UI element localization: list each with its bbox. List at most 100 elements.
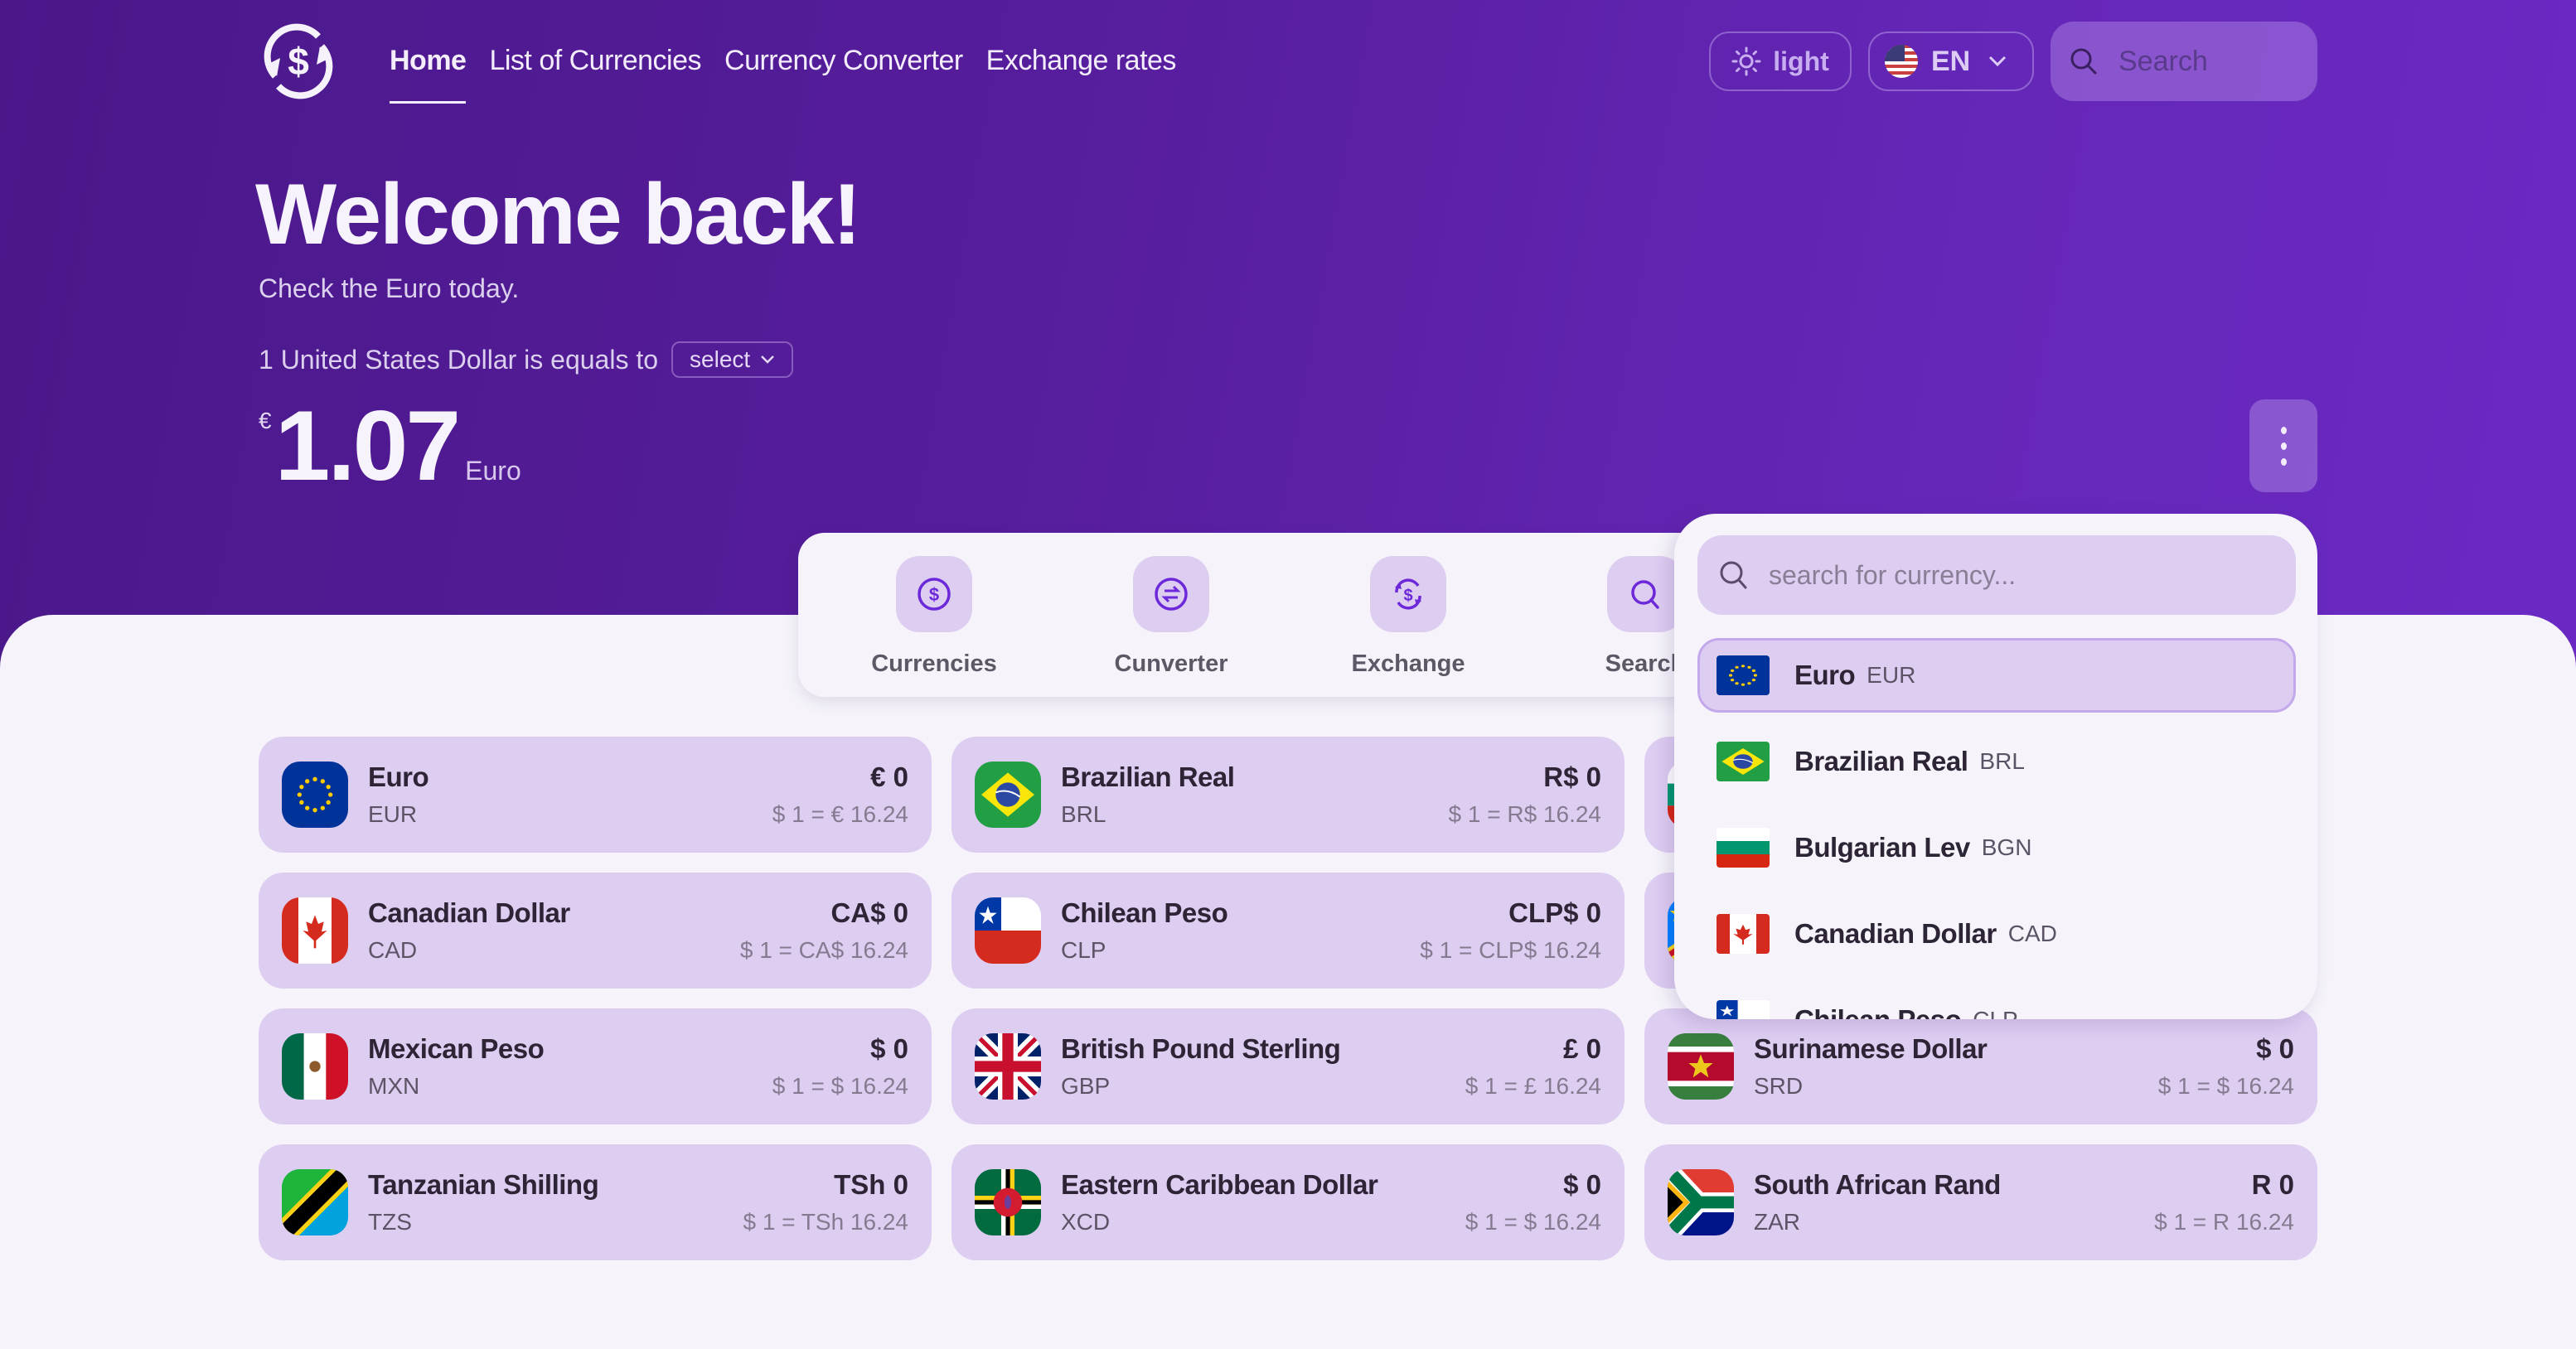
flag-bg-icon (1717, 828, 1770, 868)
header-search[interactable] (2051, 22, 2317, 101)
flag-br-icon (975, 762, 1041, 828)
dropdown-item-name: Bulgarian Lev (1794, 832, 1970, 863)
svg-text:$: $ (288, 40, 309, 83)
currency-card[interactable]: Chilean Peso CLP CLP$ 0 $ 1 = CLP$ 16.24 (951, 873, 1625, 989)
currency-code: MXN (368, 1073, 420, 1099)
quick-action-label: Cunverter (1114, 650, 1228, 677)
flag-mx-icon (282, 1033, 348, 1100)
currency-conversion: $ 1 = € 16.24 (772, 801, 908, 827)
flag-eu-icon (1717, 655, 1770, 695)
currency-card[interactable]: Tanzanian Shilling TZS TSh 0 $ 1 = TSh 16.2… (259, 1144, 932, 1260)
chevron-down-icon (760, 355, 775, 365)
currency-card[interactable]: South African Rand ZAR R 0 $ 1 = R 16.24 (1644, 1144, 2317, 1260)
currency-info: South African Rand ZAR (1754, 1169, 2001, 1235)
nav-link-list-of-currencies[interactable]: List of Currencies (489, 45, 701, 84)
currency-amount: R 0 (2251, 1169, 2294, 1200)
currency-info: Brazilian Real BRL (1061, 762, 1235, 828)
currency-conversion: $ 1 = CLP$ 16.24 (1420, 937, 1601, 963)
currency-amounts: CA$ 0 $ 1 = CA$ 16.24 (740, 897, 908, 964)
dot (2280, 442, 2287, 450)
dropdown-item[interactable]: Brazilian Real BRL (1697, 724, 2296, 799)
flag-eu-icon (282, 762, 348, 828)
logo-icon[interactable]: $ (259, 22, 338, 101)
currency-amount: € 0 (870, 762, 908, 792)
dropdown-item[interactable]: Euro EUR (1697, 638, 2296, 713)
dropdown-item-code: CAD (2007, 921, 2057, 946)
currency-conversion: $ 1 = TSh 16.24 (743, 1209, 908, 1235)
dropdown-item[interactable]: Chilean Peso CLP (1697, 983, 2296, 1019)
currency-amounts: € 0 $ 1 = € 16.24 (772, 762, 908, 828)
currency-name: Euro (368, 762, 429, 792)
flag-dm-icon (975, 1169, 1041, 1235)
flag-tz-icon (282, 1169, 348, 1235)
dropdown-item[interactable]: Bulgarian Lev BGN (1697, 810, 2296, 885)
currency-amount: $ 0 (1563, 1169, 1601, 1200)
currency-amounts: $ 0 $ 1 = $ 16.24 (772, 1033, 908, 1100)
currency-amount: R$ 0 (1543, 762, 1601, 792)
currency-code: TZS (368, 1209, 412, 1235)
quick-action-converter[interactable]: Cunverter (1098, 556, 1244, 697)
theme-toggle-button[interactable]: light (1709, 31, 1852, 91)
flag-ca-icon (282, 897, 348, 964)
currency-info: Canadian Dollar CAD (368, 897, 570, 964)
currency-amounts: CLP$ 0 $ 1 = CLP$ 16.24 (1420, 897, 1601, 964)
header-search-input[interactable] (2118, 45, 2301, 78)
currency-name: Mexican Peso (368, 1033, 545, 1064)
currency-select[interactable]: select (671, 341, 794, 378)
currency-dropdown: Euro EUR Brazilian Real BRL Bulgarian Lev BGN… (1674, 514, 2317, 1019)
hero-subtitle: Check the Euro today. (259, 273, 520, 303)
equals-row: 1 United States Dollar is equals to sele… (259, 341, 794, 378)
currency-info: Tanzanian Shilling TZS (368, 1169, 599, 1235)
currency-conversion: $ 1 = R 16.24 (2154, 1209, 2294, 1235)
language-selector[interactable]: EN (1868, 31, 2034, 91)
currency-amounts: £ 0 $ 1 = £ 16.24 (1465, 1033, 1601, 1100)
svg-text:$: $ (929, 584, 939, 605)
currency-card[interactable]: Eastern Caribbean Dollar XCD $ 0 $ 1 = $ 16… (951, 1144, 1625, 1260)
flag-za-icon (1668, 1169, 1734, 1235)
page-title: Welcome back! (255, 167, 861, 263)
quick-action-currencies[interactable]: $ Currencies (861, 556, 1007, 697)
search-icon (1607, 556, 1683, 632)
dropdown-item-name: Euro (1794, 660, 1856, 690)
us-flag-icon (1885, 45, 1918, 78)
currency-code: XCD (1061, 1209, 1111, 1235)
currency-card[interactable]: British Pound Sterling GBP £ 0 $ 1 = £ 16.2… (951, 1008, 1625, 1124)
currency-code: BRL (1061, 801, 1106, 827)
nav-links: Home List of Currencies Currency Convert… (390, 45, 1177, 104)
dropdown-item-code: EUR (1867, 662, 1916, 688)
currency-card[interactable]: Surinamese Dollar SRD $ 0 $ 1 = $ 16.24 (1644, 1008, 2317, 1124)
currency-card[interactable]: Canadian Dollar CAD CA$ 0 $ 1 = CA$ 16.24 (259, 873, 932, 989)
dropdown-item[interactable]: Canadian Dollar CAD (1697, 897, 2296, 971)
currency-amount: $ 0 (2256, 1033, 2294, 1064)
currency-info: British Pound Sterling GBP (1061, 1033, 1341, 1100)
currency-code: CAD (368, 937, 418, 963)
dropdown-search[interactable] (1697, 535, 2296, 615)
flag-cl-icon (975, 897, 1041, 964)
rate-value: 1.07 (274, 390, 462, 501)
dropdown-item-code: CLP (1973, 1007, 2017, 1019)
chevron-down-icon (1988, 56, 2007, 67)
nav-link-currency-converter[interactable]: Currency Converter (724, 45, 963, 84)
dropdown-item-name: Canadian Dollar (1794, 918, 1997, 949)
flag-ca-icon (1717, 914, 1770, 954)
currency-card[interactable]: Brazilian Real BRL R$ 0 $ 1 = R$ 16.24 (951, 737, 1625, 853)
currency-conversion: $ 1 = R$ 16.24 (1448, 801, 1601, 827)
nav-link-home[interactable]: Home (390, 45, 467, 104)
currency-code: GBP (1061, 1073, 1111, 1099)
flag-gb-icon (975, 1033, 1041, 1100)
theme-label: light (1773, 46, 1829, 76)
flag-cl-icon (1717, 1000, 1770, 1019)
nav-link-exchange-rates[interactable]: Exchange rates (986, 45, 1177, 84)
dropdown-list: Euro EUR Brazilian Real BRL Bulgarian Lev BGN… (1697, 638, 2296, 1019)
language-label: EN (1931, 45, 1971, 77)
currency-card[interactable]: Mexican Peso MXN $ 0 $ 1 = $ 16.24 (259, 1008, 932, 1124)
currency-amounts: TSh 0 $ 1 = TSh 16.24 (743, 1169, 908, 1235)
currency-card[interactable]: Euro EUR € 0 $ 1 = € 16.24 (259, 737, 932, 853)
rate-symbol: € (259, 408, 272, 433)
select-label: select (690, 346, 751, 372)
dropdown-item-name: Brazilian Real (1794, 746, 1968, 776)
currency-conversion: $ 1 = CA$ 16.24 (739, 937, 908, 963)
quick-action-exchange[interactable]: $ Exchange (1335, 556, 1481, 697)
dropdown-search-input[interactable] (1769, 559, 2266, 591)
more-options-button[interactable] (2249, 399, 2317, 492)
